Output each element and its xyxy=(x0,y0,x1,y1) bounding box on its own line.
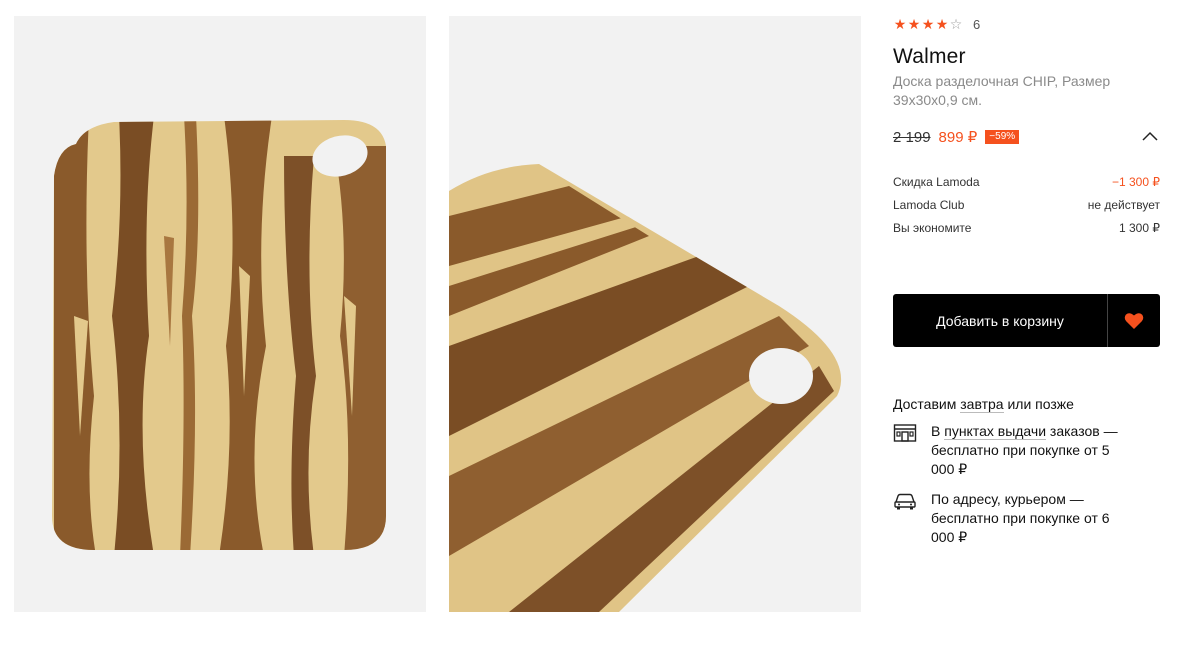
courier-text: По адресу, курьером — бесплатно при поку… xyxy=(931,491,1110,545)
breakdown-row-savings: Вы экономите 1 300 ₽ xyxy=(893,217,1160,240)
breakdown-value: не действует xyxy=(1087,198,1160,212)
breakdown-label: Скидка Lamoda xyxy=(893,175,980,189)
delivery-title-text: Доставим xyxy=(893,396,961,412)
delivery-title-text: или позже xyxy=(1003,396,1074,412)
heart-icon xyxy=(1124,312,1144,329)
star-icon: ★ xyxy=(893,16,907,32)
pickup-point-icon xyxy=(893,424,917,442)
product-title: Доска разделочная CHIP, Размер 39x30x0,9… xyxy=(893,73,1111,108)
price-breakdown: Скидка Lamoda −1 300 ₽ Lamoda Club не де… xyxy=(893,171,1160,240)
add-to-cart-button[interactable]: Добавить в корзину xyxy=(893,294,1107,347)
cutting-board-image xyxy=(14,16,426,612)
breakdown-label: Вы экономите xyxy=(893,221,972,235)
pickup-points-link[interactable]: пунктах выдачи xyxy=(944,423,1047,440)
star-icon: ★ xyxy=(921,16,935,32)
delivery-title: Доставим завтра или позже xyxy=(893,395,1074,413)
cutting-board-closeup-image xyxy=(449,16,861,612)
product-photo-front[interactable] xyxy=(14,16,426,612)
star-icon: ☆ xyxy=(949,16,963,32)
breakdown-label: Lamoda Club xyxy=(893,198,965,212)
pickup-text: В пунктах выдачи заказов — бесплатно при… xyxy=(931,422,1131,479)
brand-name[interactable]: Walmer xyxy=(893,44,966,70)
pickup-text-part: В xyxy=(931,423,945,439)
new-price: 899 ₽ xyxy=(938,129,978,146)
breakdown-value: −1 300 ₽ xyxy=(1111,175,1160,189)
breakdown-row-club: Lamoda Club не действует xyxy=(893,194,1160,217)
star-icon: ★ xyxy=(907,16,921,32)
breakdown-value: 1 300 ₽ xyxy=(1119,221,1160,235)
rating-count[interactable]: 6 xyxy=(973,17,980,32)
old-price: 2 199 xyxy=(893,128,931,146)
price-row: 2 199 899 ₽ −59% xyxy=(893,127,1160,147)
wishlist-button[interactable] xyxy=(1107,294,1160,347)
delivery-date-link[interactable]: завтра xyxy=(960,396,1004,413)
breakdown-row-discount: Скидка Lamoda −1 300 ₽ xyxy=(893,171,1160,194)
star-icon: ★ xyxy=(935,16,949,32)
product-photo-closeup[interactable] xyxy=(449,16,861,612)
chevron-up-icon[interactable] xyxy=(1142,130,1158,142)
courier-car-icon xyxy=(894,493,916,510)
rating[interactable]: ★ ★ ★ ★ ☆ 6 xyxy=(893,15,981,33)
delivery-option-courier: По адресу, курьером — бесплатно при поку… xyxy=(893,490,1160,547)
discount-badge: −59% xyxy=(985,130,1020,144)
delivery-option-pickup: В пунктах выдачи заказов — бесплатно при… xyxy=(893,422,1160,479)
